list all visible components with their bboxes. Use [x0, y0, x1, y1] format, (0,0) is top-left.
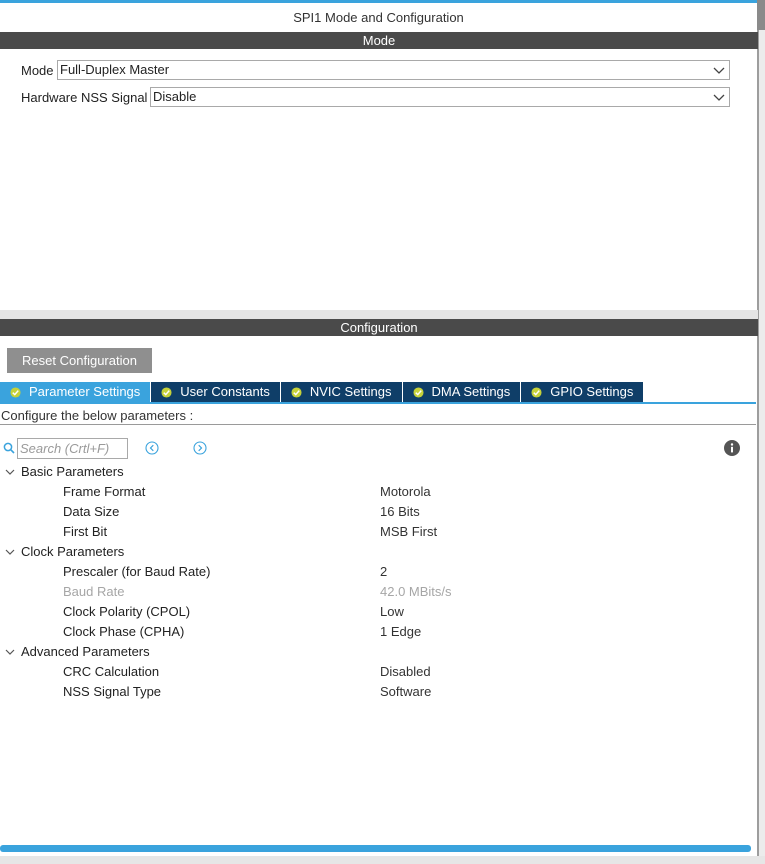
info-icon[interactable]	[724, 440, 740, 456]
search-input[interactable]	[17, 438, 128, 459]
group-basic-parameters[interactable]: Basic Parameters	[0, 462, 756, 482]
chevron-right-circle-icon[interactable]	[193, 441, 207, 455]
param-row-crc-calculation[interactable]: CRC Calculation Disabled	[0, 662, 756, 682]
param-row-clock-polarity[interactable]: Clock Polarity (CPOL) Low	[0, 602, 756, 622]
param-row-prescaler[interactable]: Prescaler (for Baud Rate) 2	[0, 562, 756, 582]
param-value[interactable]: Disabled	[380, 662, 431, 682]
tab-user-constants[interactable]: User Constants	[151, 382, 281, 402]
param-name: NSS Signal Type	[63, 684, 162, 699]
hardware-nss-label: Hardware NSS Signal	[21, 90, 148, 105]
horizontal-scrollbar[interactable]	[0, 845, 751, 852]
tab-label: User Constants	[180, 384, 270, 399]
group-clock-parameters[interactable]: Clock Parameters	[0, 542, 756, 562]
check-circle-icon	[412, 386, 424, 398]
vertical-scrollbar[interactable]	[757, 0, 765, 864]
hardware-nss-select-value: Disable	[153, 89, 197, 104]
scrollbar-thumb[interactable]	[757, 0, 765, 30]
param-name: CRC Calculation	[63, 664, 160, 679]
param-name: Prescaler (for Baud Rate)	[63, 564, 211, 579]
chevron-down-icon[interactable]	[5, 468, 15, 476]
param-name: First Bit	[63, 524, 108, 539]
param-name: Clock Phase (CPHA)	[63, 624, 185, 639]
chevron-down-icon[interactable]	[5, 648, 15, 656]
tab-label: GPIO Settings	[550, 384, 634, 399]
check-circle-icon	[10, 386, 21, 398]
configure-instructions: Configure the below parameters :	[1, 408, 194, 423]
param-value[interactable]: Low	[380, 602, 404, 622]
top-accent-bar	[0, 0, 765, 3]
window-title: SPI1 Mode and Configuration	[293, 10, 464, 25]
config-tabs: Parameter Settings User Constants NVIC S…	[0, 382, 645, 402]
param-value[interactable]: 2	[380, 562, 387, 582]
hardware-nss-select[interactable]: Disable	[150, 87, 730, 107]
param-value[interactable]: Software	[380, 682, 431, 702]
tab-dma-settings[interactable]: DMA Settings	[402, 382, 522, 402]
divider-line	[0, 424, 756, 425]
mode-select-value: Full-Duplex Master	[60, 62, 170, 77]
reset-configuration-button[interactable]: Reset Configuration	[7, 348, 152, 373]
mode-section-header: Mode	[0, 32, 758, 49]
mode-label: Mode	[21, 63, 54, 78]
param-row-frame-format[interactable]: Frame Format Motorola	[0, 482, 756, 502]
tab-gpio-settings[interactable]: GPIO Settings	[521, 382, 645, 402]
tab-nvic-settings[interactable]: NVIC Settings	[280, 382, 403, 402]
param-row-clock-phase[interactable]: Clock Phase (CPHA) 1 Edge	[0, 622, 756, 642]
tab-underline	[0, 402, 756, 404]
group-label: Basic Parameters	[21, 464, 124, 479]
param-row-nss-signal-type[interactable]: NSS Signal Type Software	[0, 682, 756, 702]
param-value: 42.0 MBits/s	[380, 584, 452, 599]
search-icon	[3, 442, 15, 454]
param-row-baud-rate: Baud Rate 42.0 MBits/s	[0, 582, 756, 602]
param-value[interactable]: Motorola	[380, 482, 431, 502]
chevron-down-icon[interactable]	[5, 548, 15, 556]
scrollbar-track-line	[757, 0, 759, 864]
tab-label: NVIC Settings	[309, 384, 392, 399]
tab-label: DMA Settings	[431, 384, 511, 399]
check-circle-icon	[291, 386, 302, 398]
param-name: Clock Polarity (CPOL)	[63, 604, 191, 619]
check-circle-icon	[161, 386, 172, 398]
group-label: Advanced Parameters	[21, 644, 150, 659]
param-value[interactable]: 1 Edge	[380, 622, 421, 642]
check-circle-icon	[531, 386, 542, 398]
section-divider[interactable]	[0, 310, 758, 319]
tab-parameter-settings[interactable]: Parameter Settings	[0, 382, 152, 402]
param-name: Baud Rate	[63, 584, 125, 599]
tab-label: Parameter Settings	[29, 384, 141, 399]
chevron-down-icon	[713, 94, 725, 101]
param-name: Frame Format	[63, 484, 146, 499]
chevron-left-circle-icon[interactable]	[145, 441, 159, 455]
mode-select[interactable]: Full-Duplex Master	[57, 60, 730, 80]
window-bottom-edge	[0, 856, 765, 864]
chevron-down-icon	[713, 67, 725, 74]
param-name: Data Size	[63, 504, 120, 519]
parameter-tree: Basic Parameters Frame Format Motorola D…	[0, 462, 756, 702]
group-advanced-parameters[interactable]: Advanced Parameters	[0, 642, 756, 662]
param-value[interactable]: MSB First	[380, 522, 437, 542]
param-row-data-size[interactable]: Data Size 16 Bits	[0, 502, 756, 522]
param-row-first-bit[interactable]: First Bit MSB First	[0, 522, 756, 542]
param-value[interactable]: 16 Bits	[380, 502, 420, 522]
configuration-section-header: Configuration	[0, 319, 758, 336]
group-label: Clock Parameters	[21, 544, 125, 559]
